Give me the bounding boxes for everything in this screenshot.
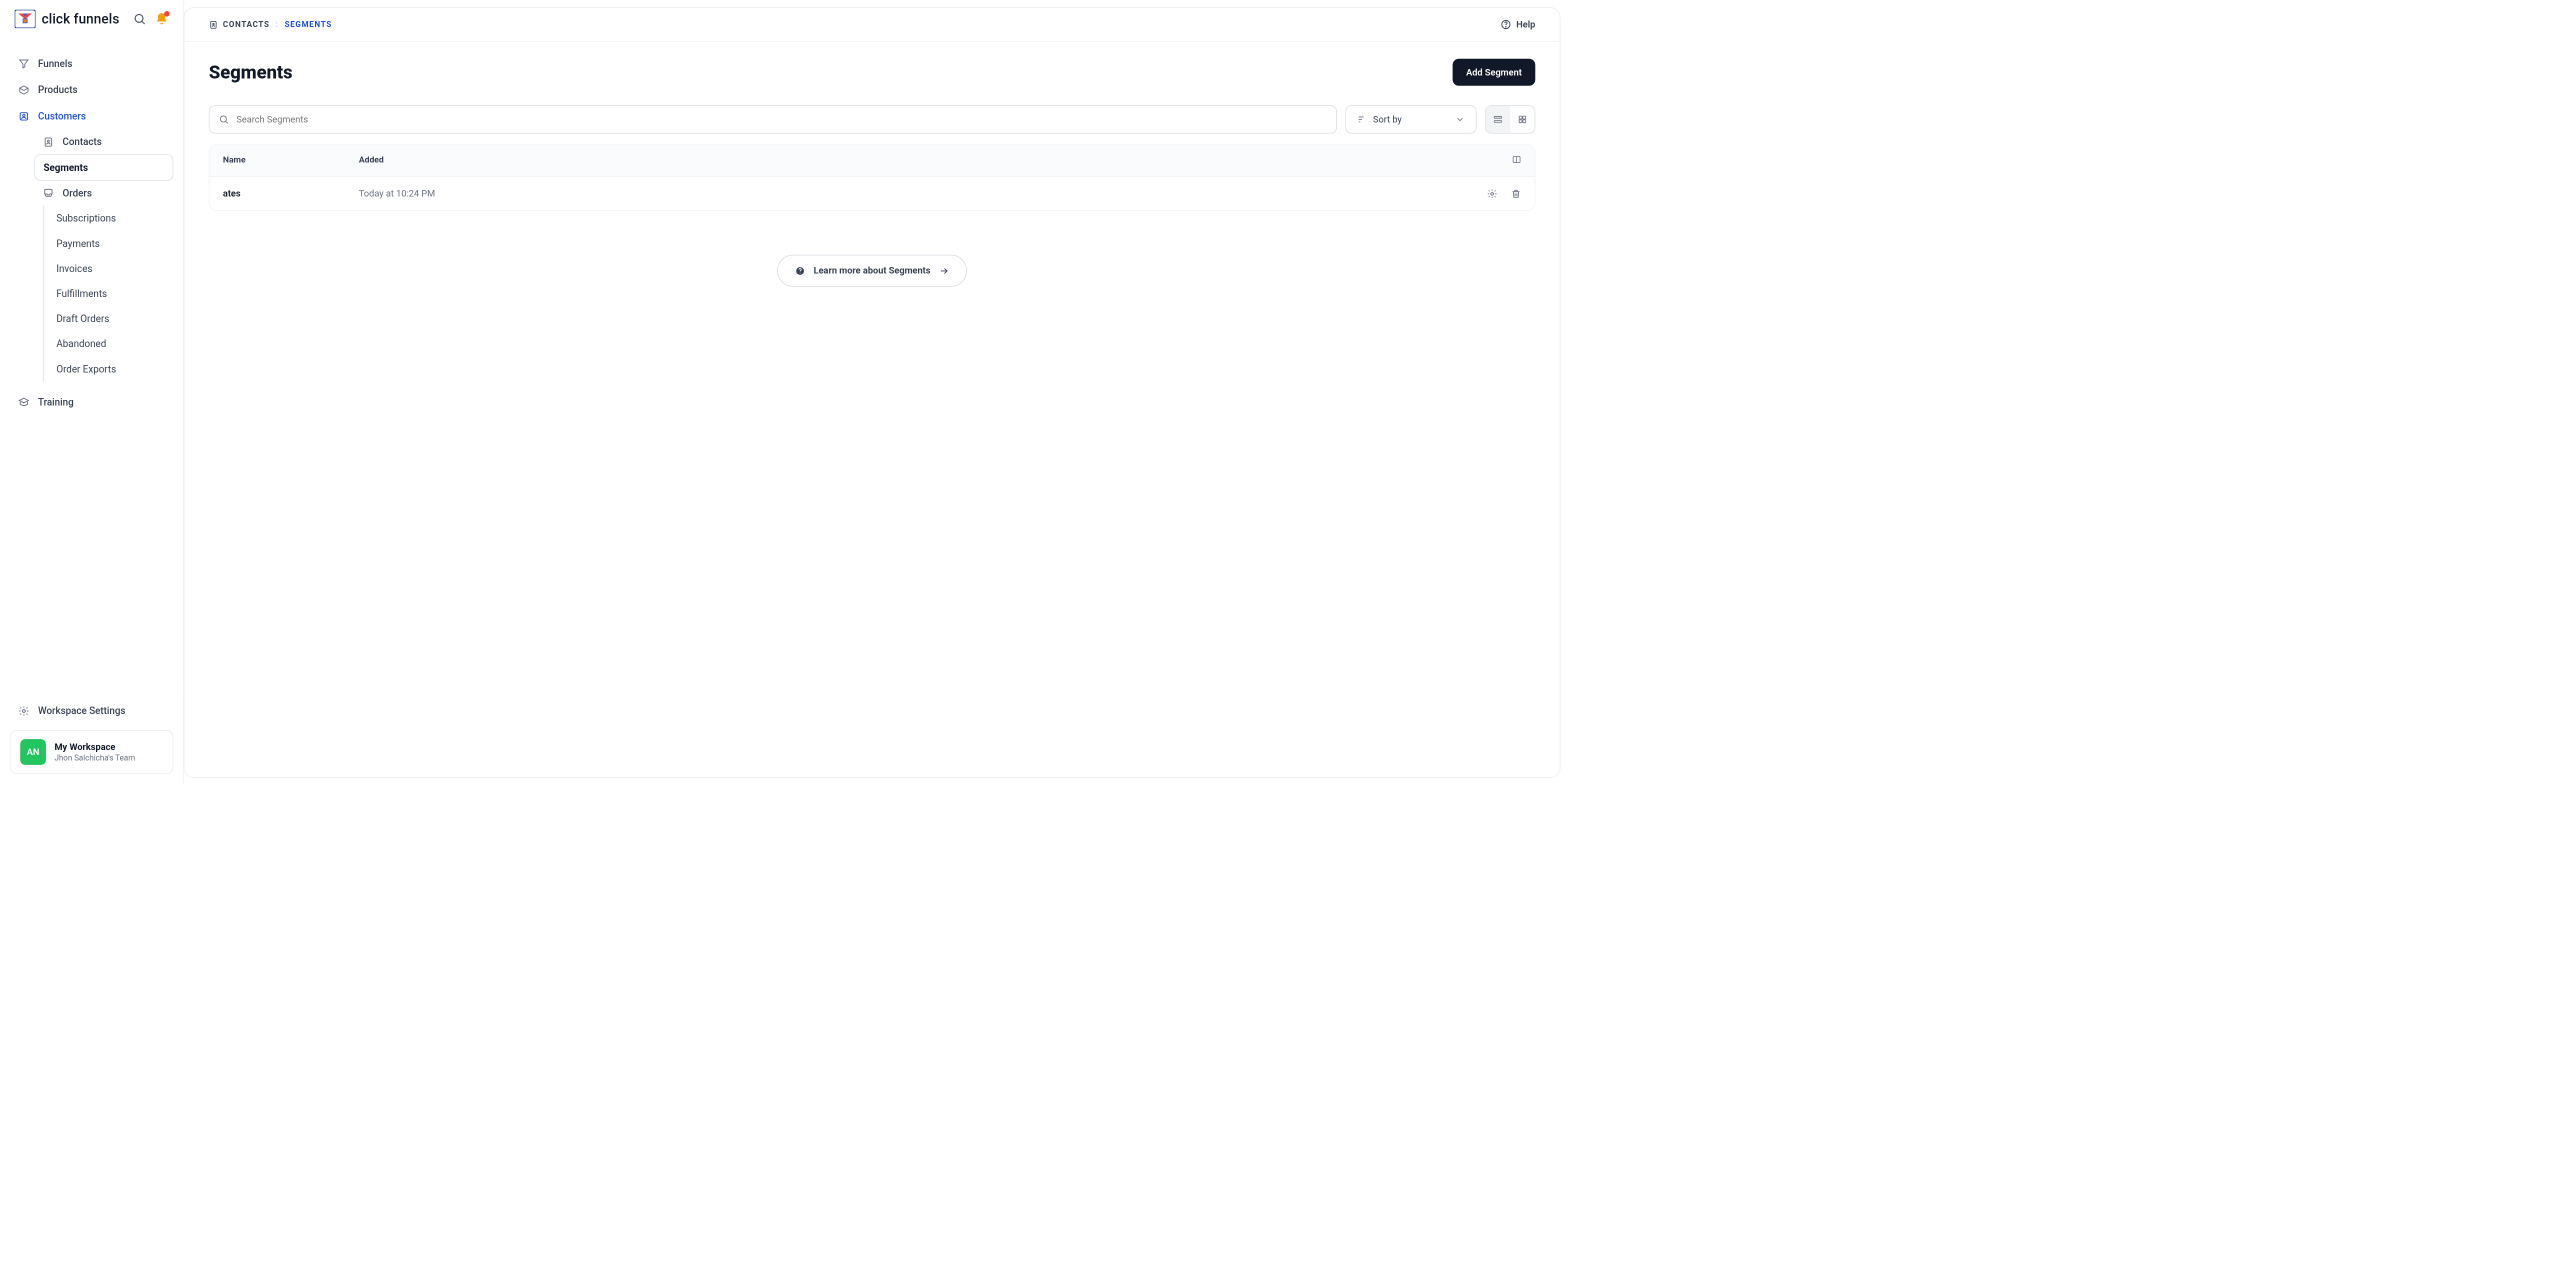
sidebar-item-label: Invoices xyxy=(56,263,92,275)
page-title: Segments xyxy=(209,62,293,83)
sidebar-item-contacts[interactable]: Contacts xyxy=(34,129,173,154)
notification-dot xyxy=(164,11,170,17)
logo-icon xyxy=(15,10,36,28)
sidebar-item-label: Segments xyxy=(43,162,88,174)
sidebar-item-subscriptions[interactable]: Subscriptions xyxy=(44,206,173,231)
help-button[interactable]: Help xyxy=(1500,19,1535,30)
sidebar-item-label: Contacts xyxy=(62,136,101,148)
sort-dropdown[interactable]: Sort by xyxy=(1345,105,1476,133)
sidebar-item-label: Customers xyxy=(38,110,86,122)
list-view-button[interactable] xyxy=(1486,106,1510,133)
workspace-team: Jhon Salchicha's Team xyxy=(55,754,136,763)
workspace-name: My Workspace xyxy=(55,741,136,752)
help-icon xyxy=(795,265,805,275)
gear-icon[interactable] xyxy=(1487,188,1497,198)
sidebar-item-label: Products xyxy=(38,84,78,96)
column-name: Name xyxy=(223,155,359,167)
search-icon xyxy=(219,114,229,124)
users-icon xyxy=(18,111,29,122)
sidebar-item-workspace-settings[interactable]: Workspace Settings xyxy=(10,698,174,724)
search-input[interactable] xyxy=(209,105,1337,133)
add-segment-button[interactable]: Add Segment xyxy=(1453,59,1536,86)
brand-name: click funnels xyxy=(42,11,120,26)
contact-icon xyxy=(209,20,218,29)
sidebar-item-label: Fulfillments xyxy=(56,288,107,300)
grid-view-button[interactable] xyxy=(1510,106,1534,133)
columns-icon[interactable] xyxy=(1512,155,1521,164)
logo[interactable]: click funnels xyxy=(15,10,125,28)
sidebar: click funnels Funnels Products Customers xyxy=(0,0,184,785)
sidebar-item-label: Training xyxy=(38,396,74,408)
sidebar-item-label: Draft Orders xyxy=(56,313,109,325)
workspace-switcher[interactable]: AN My Workspace Jhon Salchicha's Team xyxy=(10,730,174,774)
sidebar-item-label: Workspace Settings xyxy=(38,705,125,717)
segment-name: ates xyxy=(223,188,359,199)
list-icon xyxy=(1493,115,1503,125)
sidebar-item-label: Abandoned xyxy=(56,338,106,350)
breadcrumb-root[interactable]: CONTACTS xyxy=(209,20,270,29)
training-icon xyxy=(18,397,29,408)
gear-icon xyxy=(18,705,29,716)
sidebar-item-orders[interactable]: Orders xyxy=(34,181,173,206)
contact-icon xyxy=(43,136,54,147)
breadcrumb-current[interactable]: SEGMENTS xyxy=(285,20,332,29)
column-added: Added xyxy=(359,155,1503,167)
sidebar-item-label: Payments xyxy=(56,238,99,250)
search-icon[interactable] xyxy=(133,12,146,25)
sidebar-item-fulfillments[interactable]: Fulfillments xyxy=(44,281,173,306)
inbox-icon xyxy=(43,188,54,199)
funnel-icon xyxy=(18,58,29,69)
sidebar-item-funnels[interactable]: Funnels xyxy=(10,50,174,76)
arrow-right-icon xyxy=(939,265,949,275)
sidebar-item-label: Orders xyxy=(62,187,91,199)
sort-icon xyxy=(1357,115,1367,125)
table-row[interactable]: ates Today at 10:24 PM xyxy=(209,177,1534,210)
grid-icon xyxy=(1518,115,1528,125)
sidebar-item-training[interactable]: Training xyxy=(10,389,174,415)
sidebar-item-abandoned[interactable]: Abandoned xyxy=(44,331,173,356)
sidebar-item-label: Subscriptions xyxy=(56,213,116,225)
box-icon xyxy=(18,84,29,95)
segments-table: Name Added ates Today at 10:24 PM xyxy=(209,145,1535,211)
learn-more-button[interactable]: Learn more about Segments xyxy=(777,255,967,287)
sidebar-item-products[interactable]: Products xyxy=(10,77,174,103)
chevron-down-icon xyxy=(1455,115,1465,125)
sidebar-item-invoices[interactable]: Invoices xyxy=(44,256,173,281)
bell-icon[interactable] xyxy=(155,12,168,25)
sidebar-item-segments[interactable]: Segments xyxy=(34,154,173,180)
sidebar-item-customers[interactable]: Customers xyxy=(10,103,174,129)
segment-added: Today at 10:24 PM xyxy=(359,188,1487,199)
sidebar-item-draft-orders[interactable]: Draft Orders xyxy=(44,306,173,331)
sidebar-item-order-exports[interactable]: Order Exports xyxy=(44,356,173,381)
help-icon xyxy=(1500,19,1511,30)
workspace-avatar: AN xyxy=(20,739,46,765)
sidebar-item-payments[interactable]: Payments xyxy=(44,231,173,256)
breadcrumb: CONTACTS : SEGMENTS xyxy=(209,20,332,29)
trash-icon[interactable] xyxy=(1511,188,1521,198)
sidebar-item-label: Funnels xyxy=(38,58,72,70)
sidebar-item-label: Order Exports xyxy=(56,363,116,375)
breadcrumb-separator: : xyxy=(276,20,279,29)
